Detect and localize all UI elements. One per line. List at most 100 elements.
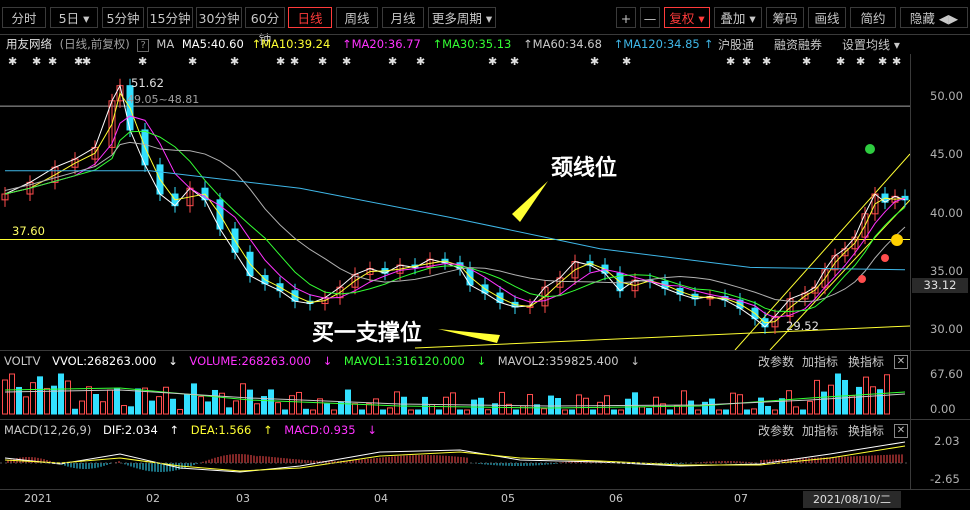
volume-bar [849,395,855,415]
volume-bar [352,403,358,415]
period-tab-daily[interactable]: 日线 [288,7,332,28]
ma10-text: MA10:39.24 [261,37,331,51]
macd-indicator-name: MACD(12,26,9) [4,423,92,437]
price-tick-40: 40.00 [930,206,963,220]
period-tab-30min[interactable]: 30分钟 [196,7,242,28]
volume-bar [632,392,638,415]
volume-bar [156,396,162,415]
volume-bar [72,408,78,415]
time-axis-month-05: 05 [501,492,515,505]
star-marker: ✱ [230,55,239,68]
adjust-price-button[interactable]: 复权 ▾ [664,7,710,28]
support-arrow [438,329,500,343]
volume-bar [408,409,414,415]
zoom-in-button[interactable]: + [616,7,636,28]
volume-bar [121,405,127,415]
simple-mode-button[interactable]: 简约 [850,7,896,28]
volume-bar [303,408,309,415]
volume-bar [30,382,36,415]
dea-text: DEA:1.566 [190,423,252,437]
price-tick-45: 45.00 [930,147,963,161]
volume-bar [835,373,841,415]
star-marker: ✱ [416,55,425,68]
neckline-arrow [512,181,548,222]
margin-trading-link[interactable]: 融资融券 [774,36,822,53]
volume-bar [275,402,281,415]
macd-close-icon[interactable]: ✕ [894,424,908,438]
volume-bar [310,409,316,415]
period-tab-weekly[interactable]: 周线 [336,7,378,28]
volume-bar [478,397,484,415]
period-tab-5min[interactable]: 5分钟 [102,7,144,28]
volume-bar [170,398,176,415]
help-icon[interactable]: ? [137,39,149,52]
volume-bar [821,391,827,415]
macd-panel-divider [0,419,970,420]
volume-bar [576,394,582,415]
volume-bar [65,380,71,415]
zoom-out-button[interactable]: — [640,7,660,28]
volume-bar [527,394,533,415]
period-tab-5day[interactable]: 5日 ▾ [50,7,98,28]
star-marker: ✱ [82,55,91,68]
dif-value: DIF:2.034 ↑ [103,423,180,437]
macd-value: MACD:0.935 ↓ [284,423,377,437]
period-tab-monthly[interactable]: 月线 [382,7,424,28]
volume-bar [828,384,834,415]
star-marker: ✱ [590,55,599,68]
price-tick-50: 50.00 [930,89,963,103]
price-tick-35: 35.00 [930,264,963,278]
volume-bar [457,409,463,415]
volume-bar [744,409,750,415]
volume-bar [205,401,211,415]
star-marker: ✱ [138,55,147,68]
volume-bar [114,387,120,415]
overlay-button[interactable]: 叠加 ▾ [714,7,762,28]
ma10-value: ↑MA10:39.24 [251,37,331,51]
volume-bar [247,389,253,415]
period-tab-more[interactable]: 更多周期 ▾ [428,7,496,28]
volume-bar [23,396,29,415]
volume-bar [884,374,890,415]
macd-edit-params-button[interactable]: 改参数 [758,422,794,439]
hide-button[interactable]: 隐藏 ◀▶ [900,7,968,28]
ma-settings-link[interactable]: 设置均线 ▾ [842,36,900,53]
volume-bar [737,394,743,415]
star-marker: ✱ [276,55,285,68]
volume-bar [499,391,505,415]
time-axis-divider [0,489,970,490]
neckline-annotation: 颈线位 [551,156,618,181]
volume-bar [513,409,519,415]
mavol2-text: MAVOL2:359825.400 [497,354,619,368]
mavol1-text: MAVOL1:316120.000 [343,354,465,368]
volume-bar [233,400,239,415]
volume-edit-params-button[interactable]: 改参数 [758,353,794,370]
volume-bar [702,401,708,415]
volume-bar [786,390,792,415]
macd-add-indicator-button[interactable]: 加指标 [802,422,838,439]
volume-close-icon[interactable]: ✕ [894,355,908,369]
period-tab-intraday[interactable]: 分时 [2,7,46,28]
volume-bar [394,391,400,415]
volume-add-indicator-button[interactable]: 加指标 [802,353,838,370]
star-marker: ✱ [32,55,41,68]
draw-line-button[interactable]: 画线 [808,7,846,28]
volume-switch-indicator-button[interactable]: 换指标 [848,353,884,370]
macd-switch-indicator-button[interactable]: 换指标 [848,422,884,439]
chips-button[interactable]: 筹码 [766,7,804,28]
period-toolbar: 分时 5日 ▾ 5分钟 15分钟 30分钟 60分钟 日线 周线 月线 更多周期… [0,0,970,47]
volume-bar [51,385,57,415]
high-price-label: 51.62 [131,76,164,90]
star-marker: ✱ [802,55,811,68]
period-tab-15min[interactable]: 15分钟 [147,7,193,28]
volume-bar [548,395,554,415]
ma60-line [4,141,906,303]
volume-text: VOLUME:268263.000 [189,354,311,368]
buy-signal-marker [858,275,866,283]
volume-bar [541,408,547,415]
period-tab-60min[interactable]: 60分钟 [245,7,285,47]
vvol-text: VVOL:268263.000 [52,354,157,368]
hk-connect-link[interactable]: 沪股通 [718,36,754,53]
volume-bar [422,396,428,415]
time-axis-year: 2021 [24,492,52,505]
